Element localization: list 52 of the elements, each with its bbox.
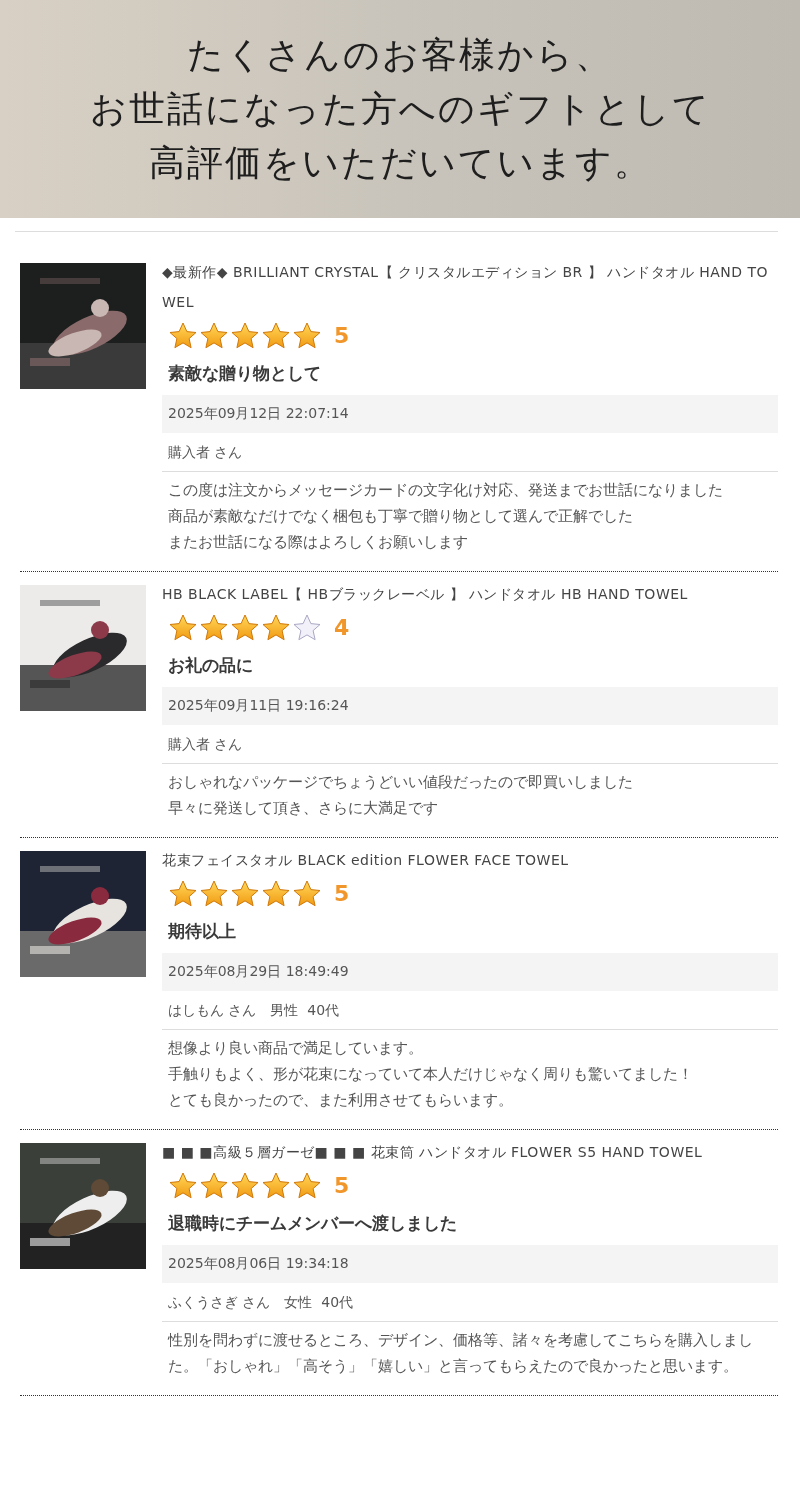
filled-star-icon [199, 1171, 229, 1200]
review-date: 2025年09月12日 22:07:14 [162, 395, 778, 433]
reviewer-info: はしもん さん 男性 40代 [168, 1002, 340, 1018]
rating-value: 5 [334, 1173, 350, 1198]
review-headline: 退職時にチームメンバーへ渡しました [167, 1212, 458, 1235]
filled-star-icon [168, 321, 198, 350]
rating-value: 5 [334, 881, 350, 906]
filled-star-icon [261, 1171, 291, 1200]
filled-star-icon [168, 879, 198, 908]
empty-star-icon [292, 613, 322, 642]
filled-star-icon [199, 879, 229, 908]
filled-star-icon [292, 321, 322, 350]
filled-star-icon [292, 879, 322, 908]
filled-star-icon [199, 613, 229, 642]
review-comment: 性別を問わずに渡せるところ、デザイン、価格等、諸々を考慮してこちらを購入しました。「おしゃれ」「高そう」「嬉しい」と言ってもらえたので良かったと思います。 [168, 1330, 754, 1377]
rating-value: 5 [334, 323, 350, 348]
filled-star-icon [230, 321, 260, 350]
rating-value: 4 [334, 615, 350, 640]
banner-heading: たくさんのお客様から、 [187, 33, 613, 77]
product-title[interactable]: ■ ■ ■高級５層ガーゼ■ ■ ■ 花束筒 ハンドタオル FLOWER S5 HAND TOWEL [162, 1137, 778, 1167]
filled-star-icon [230, 1171, 260, 1200]
review-headline: お礼の品に [167, 654, 254, 677]
banner-heading: お世話になった方へのギフトとして [89, 87, 711, 131]
filled-star-icon [261, 879, 291, 908]
filled-star-icon [230, 613, 260, 642]
filled-star-icon [199, 321, 229, 350]
review-comment: 商品が素敵なだけでなく梱包も丁寧で贈り物として選んで正解でした [168, 506, 634, 527]
banner-heading: 高評価をいただいています。 [148, 141, 652, 185]
filled-star-icon [292, 1171, 322, 1200]
review-comment: この度は注文からメッセージカードの文字化け対応、発送までお世話になりました [168, 480, 724, 501]
review-headline: 素敵な贈り物として [167, 362, 322, 385]
filled-star-icon [261, 613, 291, 642]
product-title[interactable]: ◆最新作◆ BRILLIANT CRYSTAL【 クリスタルエディション BR 】 ハンドタオル HAND TOWEL [162, 257, 778, 317]
review-comment: 早々に発送して頂き、さらに大満足です [168, 798, 439, 819]
review-comment: またお世話になる際はよろしくお願いします [168, 532, 469, 553]
review-date: 2025年09月11日 19:16:24 [162, 687, 778, 725]
review-headline: 期待以上 [167, 920, 237, 943]
review-comment: 想像より良い商品で満足しています。 [168, 1038, 424, 1059]
filled-star-icon [168, 613, 198, 642]
review-comment: とても良かったので、また利用させてもらいます。 [168, 1090, 514, 1111]
product-title[interactable]: 花束フェイスタオル BLACK edition FLOWER FACE TOWEL [162, 845, 778, 875]
product-title[interactable]: HB BLACK LABEL【 HBブラックレーベル 】 ハンドタオル HB HAND TOWEL [162, 579, 778, 609]
reviewer-info: ふくうさぎ さん 女性 40代 [168, 1294, 354, 1310]
review-comment: 手触りもよく、形が花束になっていて本人だけじゃなく周りも驚いてました！ [168, 1064, 694, 1085]
review-date: 2025年08月29日 18:49:49 [162, 953, 778, 991]
reviewer-info: 購入者 さん [168, 736, 243, 752]
filled-star-icon [261, 321, 291, 350]
review-date: 2025年08月06日 19:34:18 [162, 1245, 778, 1283]
review-comment: おしゃれなパッケージでちょうどいい値段だったので即買いしました [168, 772, 634, 793]
filled-star-icon [168, 1171, 198, 1200]
reviewer-info: 購入者 さん [168, 444, 243, 460]
filled-star-icon [230, 879, 260, 908]
